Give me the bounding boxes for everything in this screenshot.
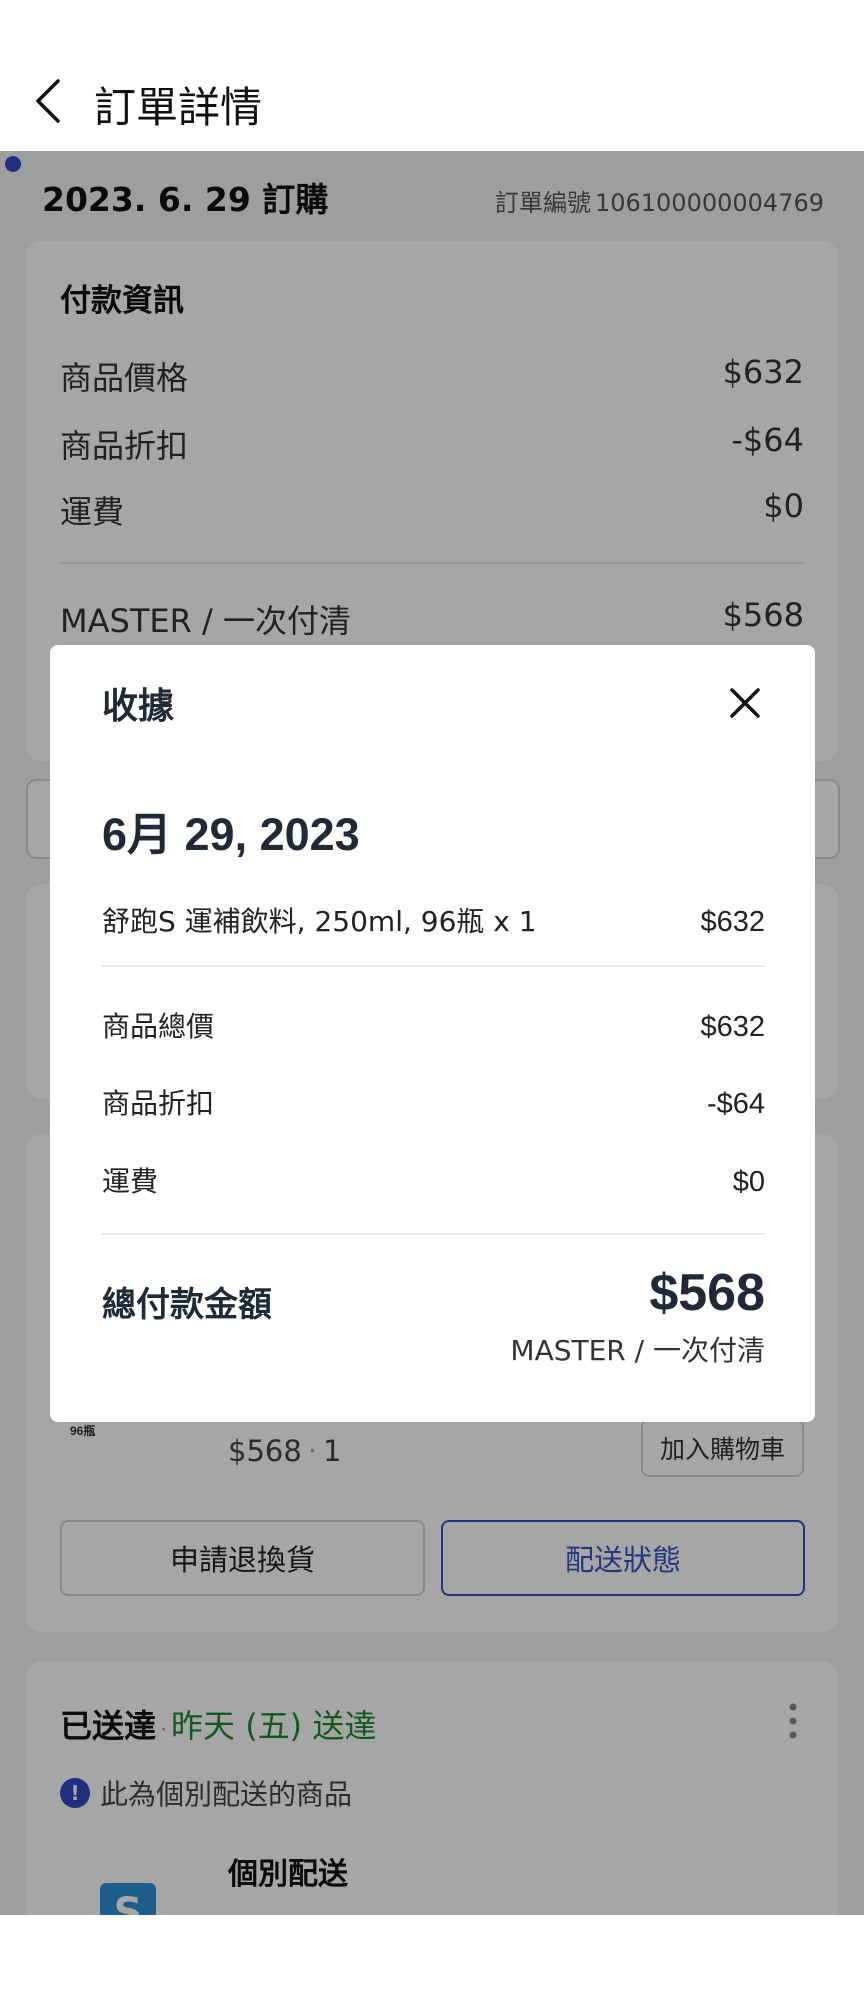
receipt-shipping-label: 運費 bbox=[102, 1165, 159, 1198]
app-header: 訂單詳情 bbox=[0, 0, 864, 151]
receipt-total-value: $568 bbox=[649, 1264, 765, 1322]
receipt-modal: 收據 6月 29, 2023 舒跑S 運補飲料, 250ml, 96瓶 x 1 … bbox=[50, 645, 815, 1422]
close-icon[interactable] bbox=[727, 685, 763, 721]
divider bbox=[102, 965, 765, 967]
receipt-discount-value: -$64 bbox=[706, 1088, 765, 1120]
receipt-date: 6月 29, 2023 bbox=[102, 809, 360, 860]
receipt-item-row: 舒跑S 運補飲料, 250ml, 96瓶 x 1 $632 bbox=[102, 900, 765, 940]
receipt-subtotal-value: $632 bbox=[700, 1011, 765, 1043]
receipt-subtotal-row: 商品總價 $632 bbox=[102, 1005, 765, 1045]
bottom-bar bbox=[0, 1915, 864, 2016]
back-arrow-icon[interactable] bbox=[30, 75, 70, 127]
receipt-shipping-value: $0 bbox=[732, 1166, 765, 1198]
receipt-shipping-row: 運費 $0 bbox=[102, 1160, 765, 1200]
receipt-item-price: $632 bbox=[700, 906, 765, 938]
receipt-item-name: 舒跑S 運補飲料, 250ml, 96瓶 x 1 bbox=[102, 905, 537, 938]
page-title: 訂單詳情 bbox=[94, 83, 263, 132]
receipt-payment-method: MASTER / 一次付清 bbox=[510, 1334, 765, 1367]
receipt-title: 收據 bbox=[102, 686, 175, 727]
divider bbox=[102, 1233, 765, 1235]
receipt-subtotal-label: 商品總價 bbox=[102, 1010, 215, 1043]
receipt-total-label: 總付款金額 bbox=[102, 1285, 272, 1325]
receipt-discount-label: 商品折扣 bbox=[102, 1087, 215, 1120]
receipt-discount-row: 商品折扣 -$64 bbox=[102, 1082, 765, 1122]
